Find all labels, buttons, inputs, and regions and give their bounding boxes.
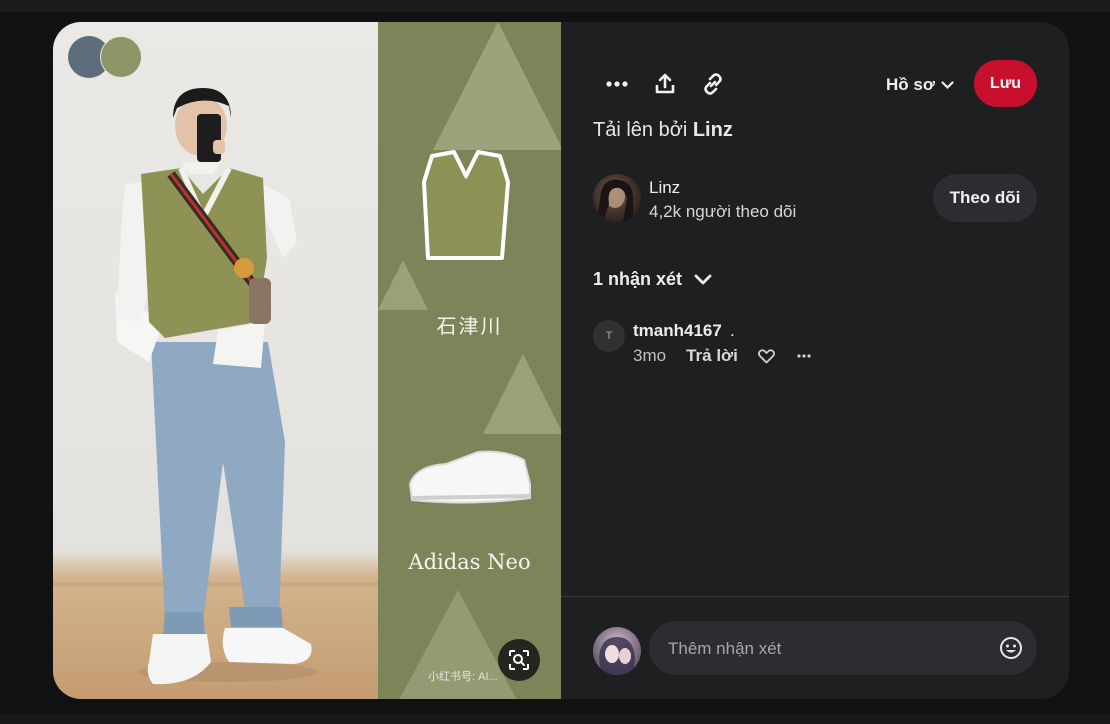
like-comment-button[interactable] <box>757 348 775 364</box>
comments-toggle[interactable]: 1 nhận xét <box>593 269 712 290</box>
vest-product-image <box>422 150 510 260</box>
add-comment-input[interactable] <box>666 621 993 677</box>
comment-more-button[interactable] <box>797 354 811 358</box>
comment-text: . <box>730 321 735 340</box>
visual-search-button[interactable] <box>498 639 540 681</box>
product-panel: 石津川 Adidas Neo <box>378 22 561 699</box>
comment-avatar[interactable]: T <box>593 320 625 352</box>
panel-brand-label: Adidas Neo <box>408 550 531 574</box>
emoji-picker-button[interactable] <box>997 634 1025 662</box>
browser-bottom-strip <box>0 714 1110 724</box>
heart-icon <box>757 348 775 363</box>
reply-button[interactable]: Trả lời <box>686 346 738 366</box>
comment-meta: 3mo Trả lời <box>633 346 811 366</box>
chevron-down-icon <box>941 80 954 89</box>
profile-dropdown[interactable]: Hồ sơ <box>886 72 954 98</box>
comment-username[interactable]: tmanh4167 <box>633 321 722 341</box>
uploaded-by-prefix: Tải lên bởi <box>593 119 688 141</box>
palette-dot-green <box>100 36 142 78</box>
uploaded-by-line: Tải lên bởi Linz <box>593 119 733 142</box>
share-button[interactable] <box>641 60 689 108</box>
color-palette-dots <box>68 36 148 80</box>
comments-count: 1 nhận xét <box>593 269 683 289</box>
copy-link-button[interactable] <box>689 60 737 108</box>
uploaded-by-name[interactable]: Linz <box>693 119 733 141</box>
image-watermark: 小红书号: AI... <box>428 671 498 683</box>
share-upload-icon <box>655 73 675 94</box>
pin-toolbar: Hồ sơ Lưu <box>593 60 1041 110</box>
profile-dropdown-label: Hồ sơ <box>886 75 935 94</box>
more-horizontal-icon <box>606 81 628 87</box>
comment-composer <box>649 621 1037 677</box>
pin-image[interactable]: 石津川 Adidas Neo 小红书号: AI... <box>53 22 561 699</box>
follow-button[interactable]: Theo dõi <box>933 174 1037 222</box>
save-button[interactable]: Lưu <box>974 60 1037 107</box>
visual-search-icon <box>509 650 529 670</box>
browser-top-strip <box>0 0 1110 12</box>
chevron-down-icon <box>694 274 712 285</box>
creator-row: Linz 4,2k người theo dõi Theo dõi <box>593 174 1037 226</box>
comment-time: 3mo <box>633 346 667 365</box>
smiley-emoji-icon <box>1000 637 1022 659</box>
more-options-button[interactable] <box>593 60 641 108</box>
link-icon <box>704 73 722 95</box>
panel-caption: 石津川 <box>436 314 503 338</box>
sneaker-product-image <box>408 450 531 504</box>
creator-followers: 4,2k người theo dõi <box>649 202 797 221</box>
more-horizontal-icon <box>797 354 811 358</box>
comment-item: T tmanh4167 . 3mo Trả lời <box>593 320 1033 380</box>
current-user-avatar[interactable] <box>593 627 641 675</box>
person-illustration <box>115 88 318 685</box>
composer-divider <box>561 596 1069 597</box>
creator-name[interactable]: Linz <box>649 178 680 198</box>
pin-closeup-card: 石津川 Adidas Neo 小红书号: AI... Hồ sơ Lưu Tải… <box>53 22 1069 699</box>
creator-avatar[interactable] <box>593 174 641 222</box>
